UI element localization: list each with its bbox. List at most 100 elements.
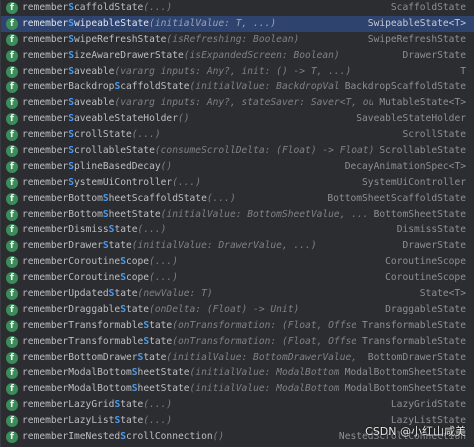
completion-item[interactable]: f rememberTransformableState(onTransforma… xyxy=(1,333,474,350)
signature-pre: remember xyxy=(22,383,69,395)
signature-pre: remember xyxy=(22,288,69,300)
signature-post: BottomDrawer xyxy=(68,351,138,363)
completion-item[interactable]: f rememberCoroutineScope(...) CoroutineSco… xyxy=(1,254,474,271)
completion-item[interactable]: f remember BottomSheetState(initialValue: … xyxy=(1,206,474,223)
signature-pre: remember xyxy=(22,351,69,363)
completion-signature: rememberSaveable(vararg inputs: Any?, in… xyxy=(22,64,474,80)
return-type: SaveableStateHolder xyxy=(350,111,466,128)
signature-pre: remember xyxy=(22,97,69,109)
completion-item[interactable]: f rememberSystemUiController(...) SystemUi… xyxy=(1,174,474,191)
completion-item[interactable]: f remember BottomSheetScaffoldState (...) Bo… xyxy=(1,190,474,207)
signature-pre: remember xyxy=(22,176,69,188)
signature-params: (newValue: T) xyxy=(137,288,213,300)
completion-item[interactable]: f remember DrawerState (initialValue: Drawe… xyxy=(1,238,474,255)
function-icon: f xyxy=(6,335,18,348)
function-icon: f xyxy=(6,303,18,316)
signature-post: Draggable xyxy=(68,303,121,315)
completion-item[interactable]: f rememberSplineBasedDecay() DecayAnimatio… xyxy=(1,158,474,175)
completion-item[interactable]: f rememberTransformableState(onTransforma… xyxy=(1,317,474,334)
return-type: BackdropScaffoldState xyxy=(338,79,466,96)
completion-item[interactable]: f rememberLazyGridState(...) LazyGridState xyxy=(1,397,474,414)
signature-pre: remember xyxy=(22,399,69,411)
function-icon: f xyxy=(6,81,18,94)
return-type: DrawerState xyxy=(396,47,466,64)
return-type: TransformableState xyxy=(356,317,466,334)
completion-item[interactable]: f rememberScrollState(...) ScrollState xyxy=(1,127,474,144)
return-type: ModalBottomSheetState xyxy=(338,365,466,382)
completion-item[interactable]: f rememberSizeAwareDrawerState(isExpanded… xyxy=(1,47,474,64)
signature-post: tate xyxy=(143,351,167,363)
signature-pre: remember xyxy=(22,160,69,172)
signature-post: crollConnection xyxy=(125,431,213,443)
completion-item[interactable]: f rememberModalBottomSheetState(initialVa… xyxy=(1,365,474,382)
signature-pre: remember xyxy=(22,431,69,443)
return-type: TransformableState xyxy=(356,333,466,350)
return-type: ModalBottomSheetState xyxy=(338,381,466,398)
function-icon: f xyxy=(6,256,18,269)
completion-item[interactable]: f rememberModalBottomSheetState(initialVa… xyxy=(1,381,474,398)
function-icon: f xyxy=(6,383,18,396)
signature-post: Dismiss xyxy=(68,224,109,236)
function-icon: f xyxy=(6,2,18,14)
completion-item[interactable]: f rememberSaveable(vararg inputs: Any?, s… xyxy=(1,95,474,112)
signature-params: () xyxy=(177,113,190,125)
signature-post: Bottom xyxy=(68,208,103,220)
signature-post: Transformable xyxy=(68,335,144,347)
signature-post: plineBasedDecay xyxy=(74,160,161,172)
signature-params: (...) xyxy=(143,399,173,411)
return-type: SystemUiController xyxy=(356,174,466,191)
signature-pre: remember xyxy=(22,49,69,61)
signature-post: tate xyxy=(108,240,132,252)
return-type: BottomSheetScaffoldState xyxy=(321,190,466,207)
completion-signature: rememberUpdatedState(newValue: T) xyxy=(22,286,474,302)
function-icon: f xyxy=(6,49,18,62)
return-type: SwipeRefreshState xyxy=(361,31,466,48)
completion-item[interactable]: f rememberSaveableStateHolder() SaveableSt… xyxy=(1,111,474,128)
signature-pre: remember xyxy=(22,415,69,427)
function-icon: f xyxy=(6,367,18,380)
completion-item[interactable]: f remember SwipeRefreshState (isRefreshing:… xyxy=(1,31,474,48)
signature-pre: remember xyxy=(22,208,69,220)
signature-pre: remember xyxy=(22,65,69,77)
completion-item[interactable]: f rememberDismissState(...) DismissState xyxy=(1,222,474,239)
function-icon: f xyxy=(6,431,18,444)
completion-item[interactable]: f remember BottomDrawerState(initialValue:… xyxy=(1,349,474,366)
completion-item[interactable]: f rememberSaveable(vararg inputs: Any?, i… xyxy=(1,63,474,80)
signature-params: (...) xyxy=(172,176,202,188)
signature-pre: remember xyxy=(22,303,69,315)
completion-item[interactable]: f rememberScaffoldState(...) ScaffoldState xyxy=(1,0,474,16)
signature-params: (onDelta: (Float) -> Unit) xyxy=(149,303,300,315)
signature-post: caffoldState xyxy=(74,2,144,13)
signature-pre: remember xyxy=(22,319,69,331)
signature-post: tate xyxy=(120,415,144,427)
completion-item[interactable]: f rememberUpdatedState(newValue: T) State<… xyxy=(1,286,474,302)
signature-post: LazyGrid xyxy=(68,399,115,411)
signature-params: (...) xyxy=(131,129,161,141)
completion-item[interactable]: f remember DraggableState (onDelta: (Float)… xyxy=(1,301,474,318)
signature-post: aveable xyxy=(74,65,115,77)
completion-item[interactable]: f rememberBackdropScaffoldState(initialVa… xyxy=(1,79,474,96)
completion-item[interactable]: f remember ScrollableState(consumeScrollDe… xyxy=(1,143,474,159)
signature-params: (...) xyxy=(206,192,236,204)
signature-post: tate xyxy=(114,224,138,236)
signature-post: tate xyxy=(149,319,173,331)
return-type: MutableState<T> xyxy=(373,95,466,112)
completion-item[interactable]: f rememberCoroutineScope(...) CoroutineSco… xyxy=(1,270,474,287)
signature-params: (initialValue: BottomDrawerValue, ...) xyxy=(166,351,386,363)
signature-pre: remember xyxy=(22,81,69,93)
signature-post: wipeRefreshState xyxy=(74,33,167,45)
function-icon: f xyxy=(6,145,18,158)
signature-pre: remember xyxy=(22,256,69,268)
function-icon: f xyxy=(6,65,18,78)
signature-post: Transformable xyxy=(68,319,144,331)
signature-post: heetScaffoldState xyxy=(108,192,207,204)
function-icon: f xyxy=(6,272,18,285)
signature-post: crollableState xyxy=(74,145,155,157)
function-icon: f xyxy=(6,33,18,46)
watermark: CSDN @小红山咸美 xyxy=(365,425,466,438)
signature-params: (...) xyxy=(149,256,178,268)
signature-params: (vararg inputs: Any?, init: () -> T, ...… xyxy=(114,65,352,77)
signature-params: () xyxy=(160,160,173,172)
completion-item[interactable]: f rememberSwipeableState(initialValue: T,… xyxy=(1,15,474,32)
signature-post: tate xyxy=(125,303,150,315)
